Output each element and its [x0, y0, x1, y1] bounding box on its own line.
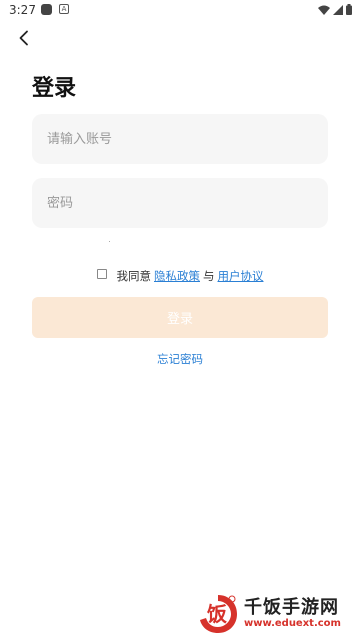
agreement-checkbox[interactable]: [96, 269, 107, 279]
account-input[interactable]: [45, 130, 328, 148]
agreement-row: 我同意 隐私政策 与 用户协议: [0, 268, 360, 284]
battery-icon: [346, 4, 352, 15]
a-notification-icon: A: [59, 4, 69, 14]
back-button[interactable]: [12, 26, 36, 50]
status-indicators: [318, 4, 352, 15]
watermark-url: www.eduext.com: [244, 618, 341, 629]
watermark: 饭 千饭手游网 www.eduext.com: [196, 592, 356, 636]
password-field[interactable]: [32, 178, 328, 228]
account-field[interactable]: [32, 114, 328, 164]
password-input[interactable]: [45, 194, 328, 212]
user-agreement-link[interactable]: 用户协议: [218, 268, 264, 284]
privacy-policy-link[interactable]: 隐私政策: [154, 268, 200, 284]
notification-app-icon: [41, 4, 52, 15]
login-button[interactable]: 登录: [32, 297, 328, 338]
watermark-logo-char: 饭: [207, 602, 227, 626]
watermark-logo-icon: 饭: [200, 595, 237, 633]
agreement-separator: 与: [203, 269, 215, 283]
signal-icon: [333, 4, 343, 15]
status-bar: 3:27 A: [0, 0, 360, 20]
forgot-password-link[interactable]: 忘记密码: [0, 351, 360, 367]
decorative-dot: [109, 241, 110, 242]
status-time: 3:27: [9, 3, 36, 17]
watermark-text: 千饭手游网 www.eduext.com: [244, 598, 341, 630]
agreement-prefix: 我同意: [116, 269, 152, 283]
page-title: 登录: [32, 76, 77, 101]
watermark-name: 千饭手游网: [244, 597, 339, 618]
watermark-logo: 饭: [196, 592, 240, 636]
wifi-icon: [318, 5, 330, 15]
chevron-left-icon: [19, 30, 28, 46]
